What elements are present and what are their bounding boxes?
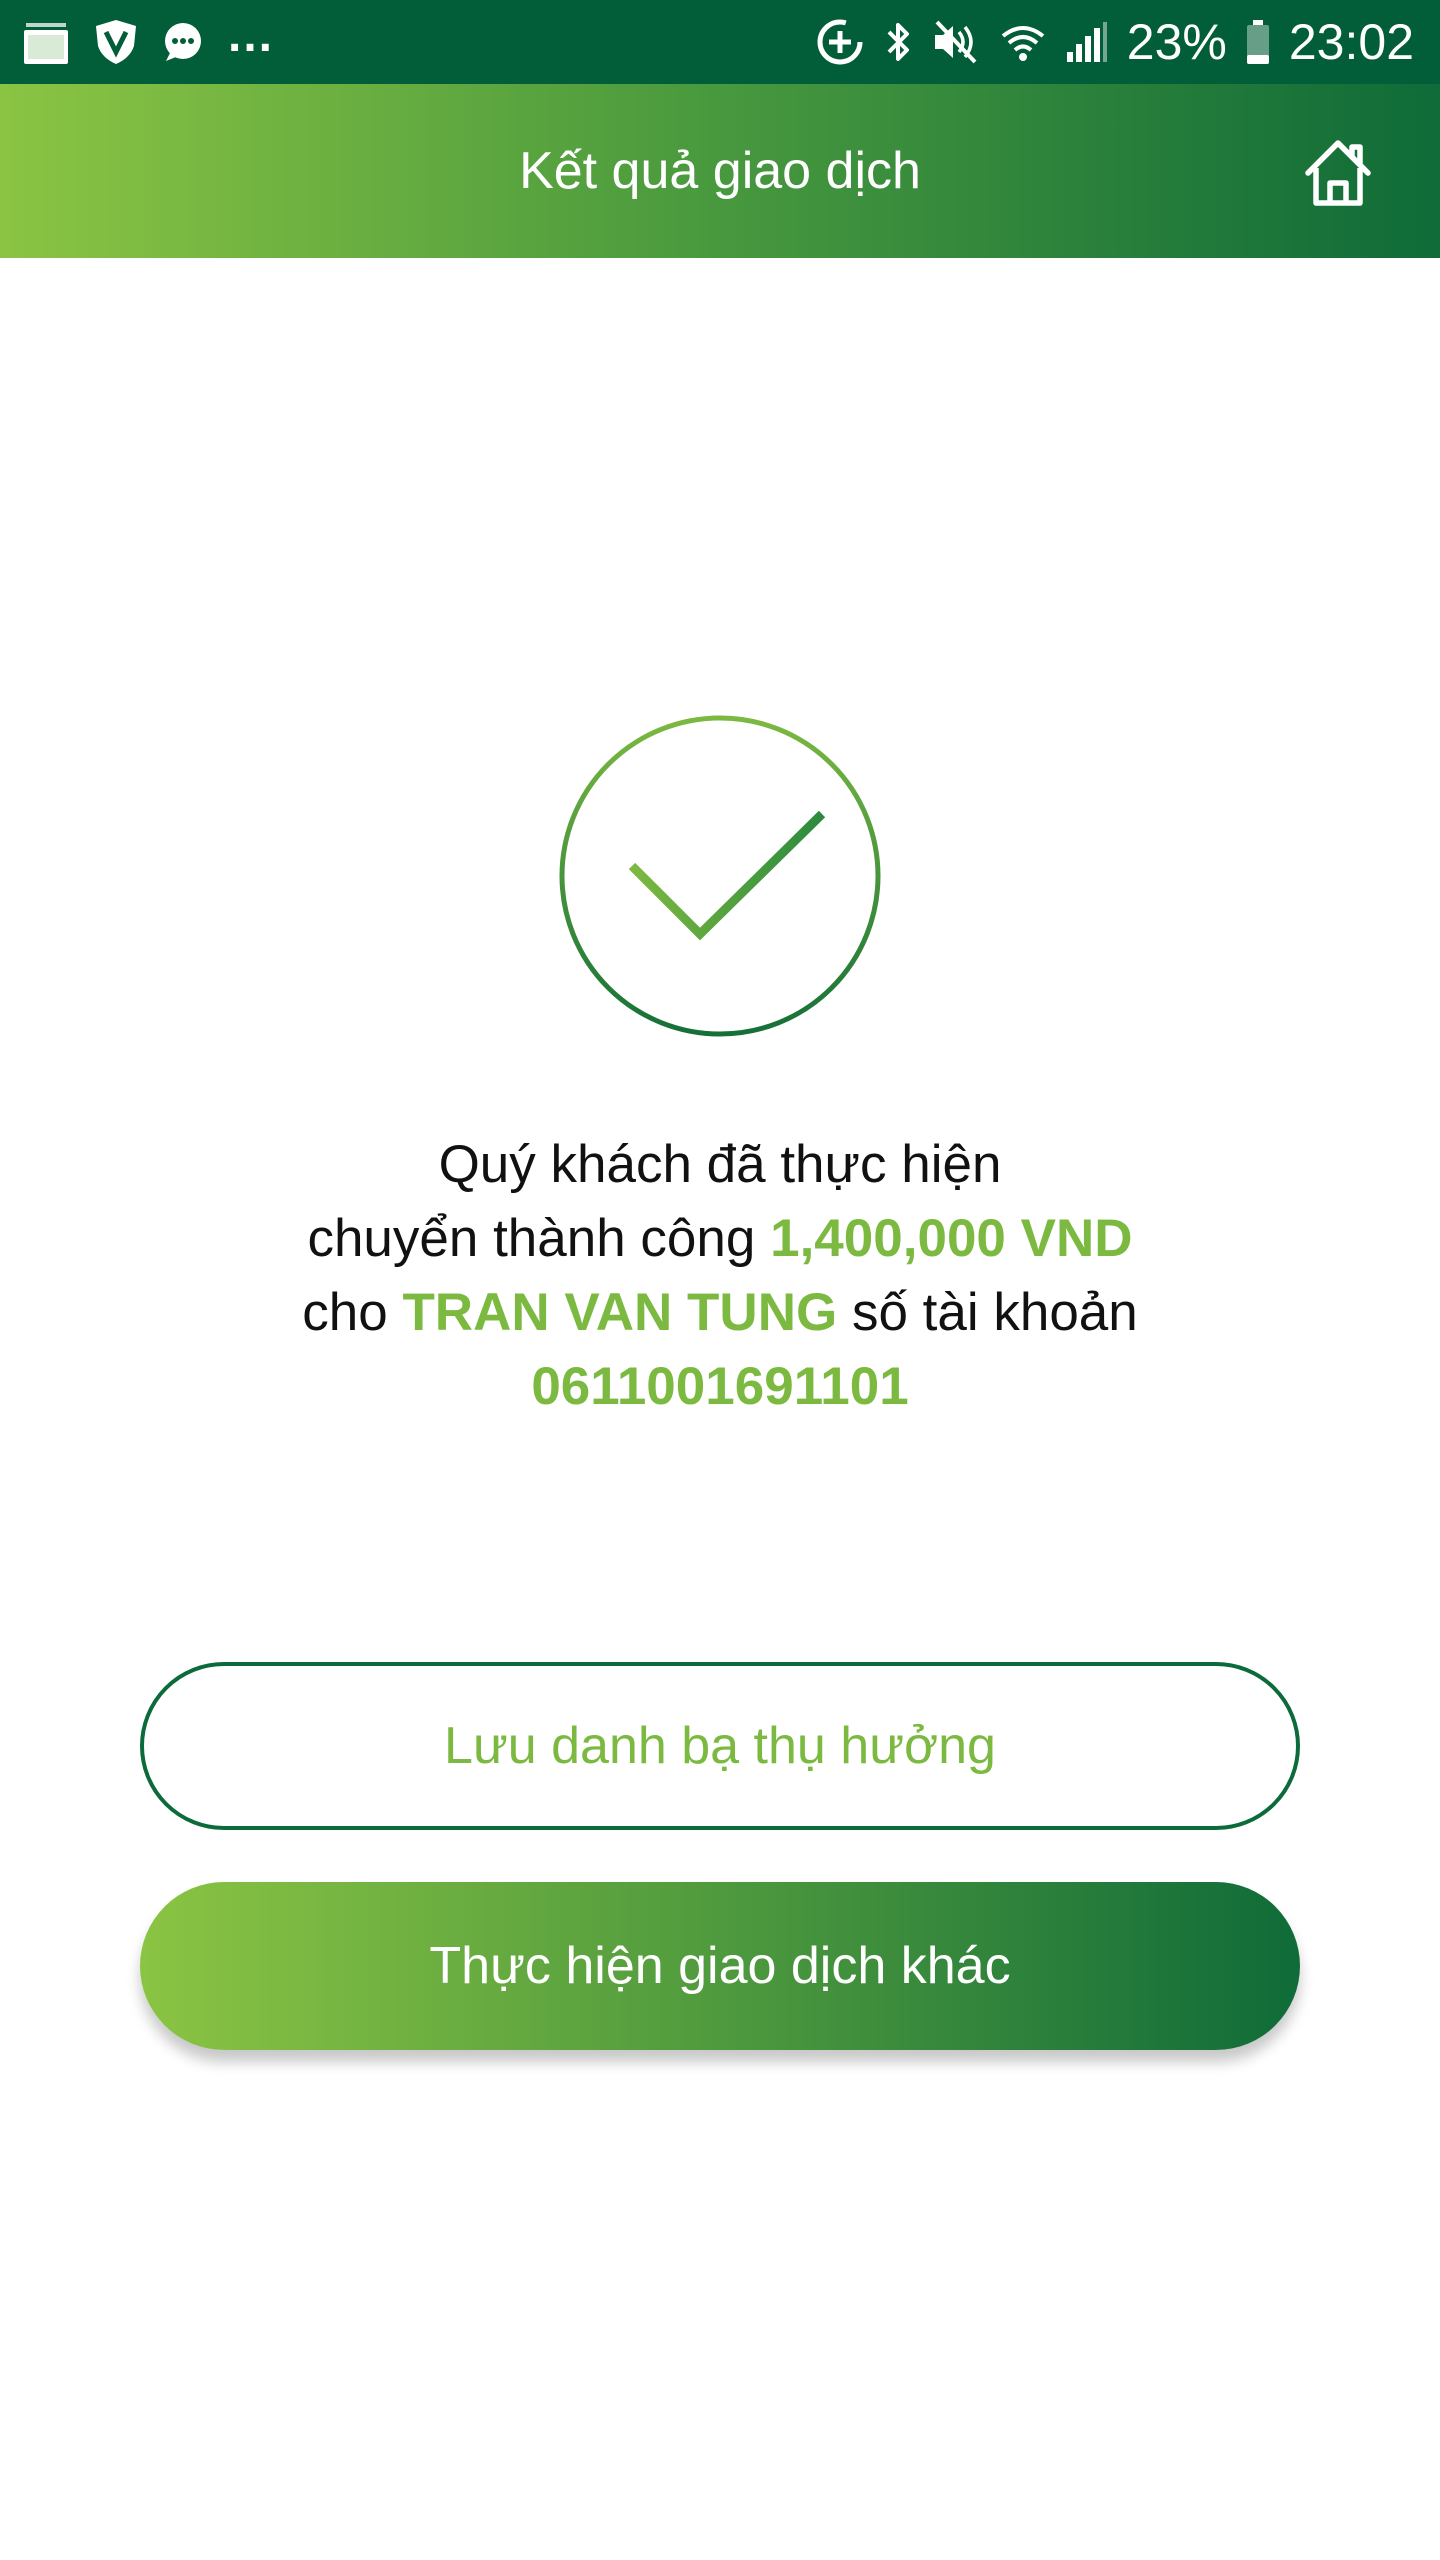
result-line-2-prefix: chuyển thành công bbox=[307, 1209, 756, 1268]
result-line-3: cho TRAN VAN TUNG số tài khoản bbox=[180, 1276, 1260, 1350]
page-title: Kết quả giao dịch bbox=[519, 142, 921, 200]
chat-bubble-icon bbox=[162, 21, 204, 63]
account-number: 0611001691101 bbox=[531, 1357, 909, 1416]
new-transaction-label: Thực hiện giao dịch khác bbox=[429, 1937, 1011, 1995]
result-line-3-suffix: số tài khoản bbox=[851, 1283, 1138, 1342]
status-left-icons: ... bbox=[22, 0, 274, 84]
transfer-amount: 1,400,000 VND bbox=[770, 1209, 1133, 1268]
gallery-icon bbox=[22, 17, 70, 67]
mute-icon bbox=[931, 18, 981, 66]
result-line-3-prefix: cho bbox=[302, 1283, 388, 1342]
signal-icon bbox=[1065, 20, 1109, 64]
clock: 23:02 bbox=[1288, 14, 1414, 70]
bluetooth-icon bbox=[883, 18, 913, 66]
check-circle-icon bbox=[558, 714, 882, 1038]
shield-v-icon bbox=[94, 18, 138, 66]
new-transaction-button[interactable]: Thực hiện giao dịch khác bbox=[140, 1882, 1300, 2050]
home-icon bbox=[1305, 140, 1371, 206]
result-line-2: chuyển thành công 1,400,000 VND bbox=[180, 1202, 1260, 1276]
save-beneficiary-label: Lưu danh bạ thụ hưởng bbox=[444, 1717, 996, 1775]
status-right-icons: 23% 23:02 bbox=[815, 0, 1414, 84]
app-header: Kết quả giao dịch bbox=[0, 84, 1440, 258]
data-saver-icon bbox=[815, 17, 865, 67]
result-message: Quý khách đã thực hiện chuyển thành công… bbox=[180, 1128, 1260, 1424]
battery-icon bbox=[1245, 18, 1271, 66]
save-beneficiary-button[interactable]: Lưu danh bạ thụ hưởng bbox=[140, 1662, 1300, 1830]
wifi-icon bbox=[999, 18, 1047, 66]
result-line-4: 0611001691101 bbox=[180, 1350, 1260, 1424]
status-bar: ... 23% 23:02 bbox=[0, 0, 1440, 84]
home-button[interactable] bbox=[1300, 135, 1376, 211]
battery-percent: 23% bbox=[1126, 14, 1227, 70]
result-line-1: Quý khách đã thực hiện bbox=[438, 1135, 1002, 1194]
recipient-name: TRAN VAN TUNG bbox=[402, 1283, 838, 1342]
more-notifications-indicator: ... bbox=[228, 8, 275, 62]
